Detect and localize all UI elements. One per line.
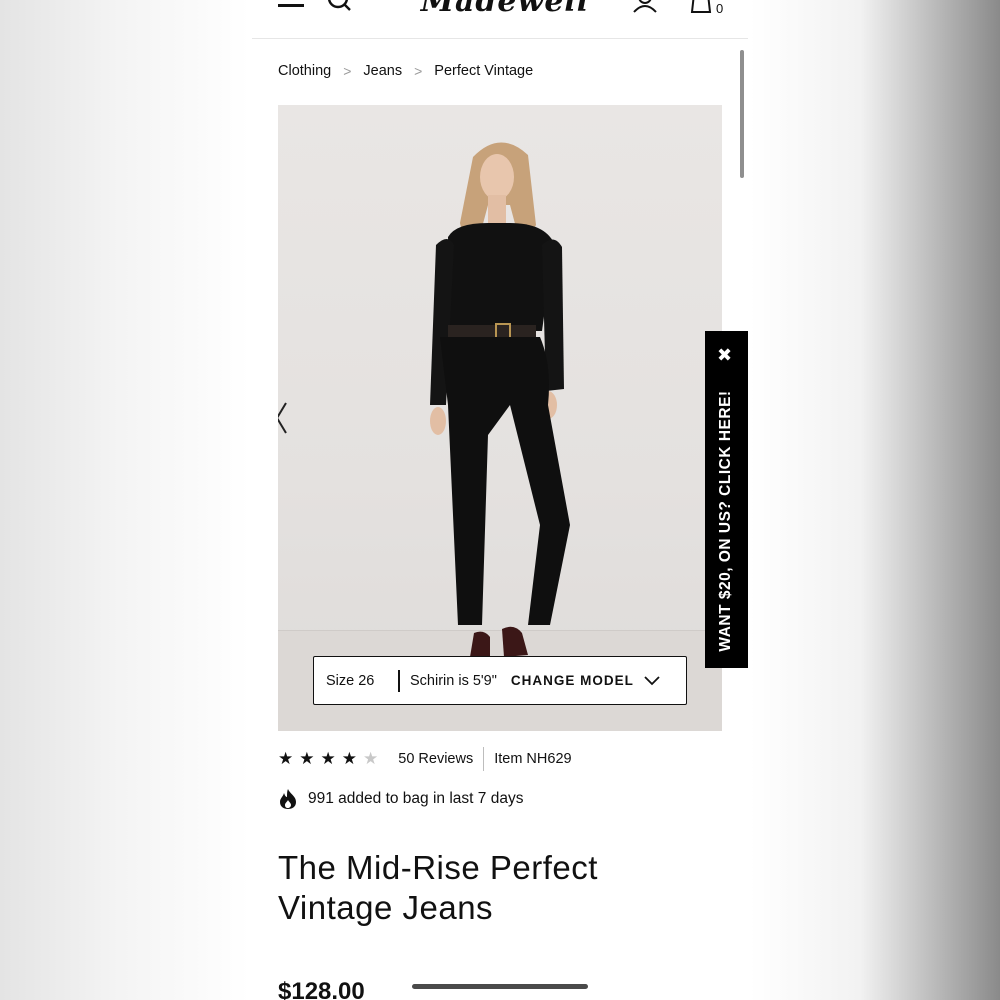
star-icon: ★ [363,749,379,768]
product-price: $128.00 [278,978,365,1000]
close-icon[interactable]: ✖ [717,347,732,365]
star-icon: ★ [299,749,315,768]
star-rating[interactable]: ★ ★ ★ ★ ★ [278,749,384,769]
chevron-down-icon[interactable] [644,675,660,686]
brand-logo[interactable]: Madewell [420,0,590,20]
star-icon: ★ [341,749,357,768]
top-navigation: Madewell 0 [252,0,748,39]
rating-row: ★ ★ ★ ★ ★ 50 Reviews Item NH629 [278,746,572,772]
product-page: Madewell 0 Clothing > Jeans > Perfect Vi… [252,0,748,1000]
star-icon: ★ [278,749,294,768]
star-icon: ★ [320,749,336,768]
change-model-button[interactable]: CHANGE MODEL [511,673,634,688]
popularity-text: 991 added to bag in last 7 days [308,790,524,807]
model-photo [430,142,570,657]
breadcrumb-perfect-vintage[interactable]: Perfect Vintage [434,63,533,79]
model-info-bar[interactable]: Size 26 Schirin is 5'9" CHANGE MODEL [313,656,687,705]
rating-divider [483,747,485,771]
scrollbar[interactable] [740,50,744,178]
breadcrumb-clothing[interactable]: Clothing [278,63,331,79]
promo-tab[interactable]: ✖ WANT $20, ON US? CLICK HERE! [705,331,748,668]
account-icon[interactable] [632,0,658,14]
model-divider [398,669,400,692]
breadcrumb-jeans[interactable]: Jeans [363,63,402,79]
breadcrumb: Clothing > Jeans > Perfect Vintage [278,60,533,82]
product-title: The Mid-Rise Perfect Vintage Jeans [278,849,598,926]
reviews-link[interactable]: 50 Reviews [398,751,473,767]
promo-text[interactable]: WANT $20, ON US? CLICK HERE! [717,390,735,651]
breadcrumb-separator: > [343,63,352,79]
bag-count: 0 [716,1,724,16]
popularity-row: 991 added to bag in last 7 days [278,786,523,812]
product-image[interactable]: Size 26 Schirin is 5'9" CHANGE MODEL [278,105,722,731]
home-indicator[interactable] [412,984,588,989]
shopping-bag-icon[interactable] [688,0,714,16]
menu-icon[interactable] [278,0,304,10]
search-icon[interactable] [326,0,354,14]
model-size: Size 26 [326,672,375,689]
flame-icon [280,789,296,809]
breadcrumb-separator: > [414,63,423,79]
previous-image-arrow-icon[interactable] [278,401,290,435]
model-height: Schirin is 5'9" [410,672,497,689]
item-number: Item NH629 [494,751,572,767]
